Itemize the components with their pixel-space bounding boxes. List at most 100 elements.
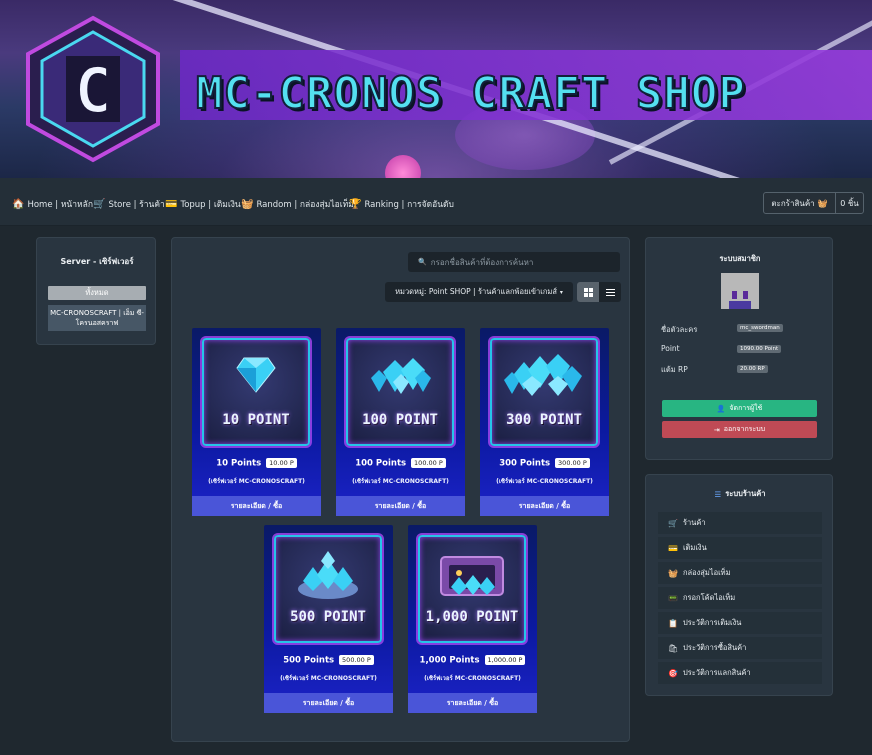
rp-value: 20.00 RP (737, 365, 768, 373)
price-badge: 500.00 P (339, 655, 374, 665)
price-badge: 300.00 P (555, 458, 590, 468)
banner-title: MC-CRONOS CRAFT SHOP (195, 67, 746, 120)
logout-label: ออกจากระบบ (723, 425, 766, 433)
clipboard-icon: 📋 (668, 618, 678, 628)
product-image-label: 1,000 POINT (425, 609, 519, 625)
server-filter-cronoscraft[interactable]: MC-CRONOSCRAFT | เอ็ม ซี-โครนอสคราฟ (48, 305, 146, 331)
diamond-pile-icon (371, 358, 431, 394)
product-name: 500 Points 500.00 P (264, 655, 393, 666)
point-label: Point (661, 344, 680, 353)
product-image[interactable]: 100 POINT (344, 336, 456, 448)
product-name: 10 Points 10.00 P (192, 458, 321, 469)
menu-item-topup-history[interactable]: 📋 ประวัติการเติมเงิน (658, 612, 822, 634)
price-badge: 100.00 P (411, 458, 446, 468)
list-icon (605, 288, 615, 296)
menu-item-label: ร้านค้า (682, 518, 706, 527)
site-logo: C (26, 15, 160, 163)
search-input[interactable]: 🔍 กรอกชื่อสินค้าที่ต้องการค้นหา (408, 252, 620, 272)
category-value: หมวดหมู่: Point SHOP | ร้านค้าแลกพ้อยเข้… (395, 287, 557, 296)
product-server: (เซิร์ฟเวอร์ MC-CRONOSCRAFT) (352, 478, 449, 485)
details-buy-button[interactable]: รายละเอียด / ซื้อ (192, 496, 321, 516)
menu-item-label: กรอกโค้ดไอเท็ม (682, 593, 736, 602)
details-buy-button[interactable]: รายละเอียด / ซื้อ (264, 693, 393, 713)
avatar (721, 273, 759, 309)
member-panel-title: ระบบสมาชิก (719, 254, 761, 263)
product-image[interactable]: 500 POINT (272, 533, 384, 645)
product-card[interactable]: 10 POINT 10 Points 10.00 P (เซิร์ฟเวอร์ … (192, 328, 321, 516)
menu-item-purchase-history[interactable]: 🛍 ประวัติการซื้อสินค้า (658, 637, 822, 659)
menu-item-store[interactable]: 🛒 ร้านค้า (658, 512, 822, 534)
menu-item-exchange-history[interactable]: 🎯 ประวัติการแลกสินค้า (658, 662, 822, 684)
details-buy-button[interactable]: รายละเอียด / ซื้อ (408, 693, 537, 713)
nav-topup-label: Topup | เติมเงิน (180, 200, 241, 210)
grid-view-button[interactable] (577, 282, 599, 302)
shop-menu-panel: ☰ ระบบร้านค้า 🛒 ร้านค้า 💳 เติมเงิน 🧺 กล่… (645, 474, 833, 696)
search-icon: 🔍 (418, 258, 427, 266)
server-filter-all[interactable]: ทั้งหมด (48, 286, 146, 300)
diamond-icon (236, 357, 276, 393)
point-value: 1090.00 Point (737, 345, 782, 353)
shopping-bag-icon: 🛍 (668, 643, 679, 653)
server-panel-title: Server - เซิร์ฟเวอร์ (60, 257, 134, 266)
card-icon: 💳 (668, 543, 678, 553)
menu-item-topup[interactable]: 💳 เติมเงิน (658, 537, 822, 559)
pager-icon: 📟 (668, 593, 678, 603)
menu-item-label: ประวัติการเติมเงิน (682, 618, 742, 627)
product-server: (เซิร์ฟเวอร์ MC-CRONOSCRAFT) (280, 675, 377, 682)
shop-menu-title: ระบบร้านค้า (725, 489, 766, 498)
cart-button[interactable]: ตะกร้าสินค้า 🧺 0 ชิ้น (763, 192, 864, 214)
product-image[interactable]: 1,000 POINT (416, 533, 528, 645)
product-card[interactable]: 1,000 POINT 1,000 Points 1,000.00 P (เซิ… (408, 525, 537, 713)
product-image-label: 10 POINT (222, 412, 290, 428)
cart-count: 0 ชิ้น (840, 198, 859, 208)
product-name: 100 Points 100.00 P (336, 458, 465, 469)
product-image-label: 500 POINT (290, 609, 366, 625)
member-panel: ระบบสมาชิก ชื่อตัวละคร mc_swordman Point… (645, 237, 833, 460)
nav-store[interactable]: 🛒 Store | ร้านค้า (93, 197, 165, 211)
nav-home[interactable]: 🏠 Home | หน้าหลัก (12, 197, 93, 211)
product-image-label: 300 POINT (506, 412, 582, 428)
diamond-bowl-icon (298, 551, 358, 599)
menu-item-label: ประวัติการแลกสินค้า (682, 668, 751, 677)
user-icon: 👤 (716, 404, 726, 413)
cart-label: ตะกร้าสินค้า (771, 198, 815, 208)
nav-ranking-label: Ranking | การจัดอันดับ (364, 200, 454, 210)
list-view-button[interactable] (599, 282, 621, 302)
username-label: ชื่อตัวละคร (661, 325, 698, 334)
details-buy-button[interactable]: รายละเอียด / ซื้อ (336, 496, 465, 516)
product-server: (เซิร์ฟเวอร์ MC-CRONOSCRAFT) (496, 478, 593, 485)
logout-button[interactable]: ⇥ ออกจากระบบ (662, 421, 817, 438)
nav-store-label: Store | ร้านค้า (108, 200, 165, 210)
product-server: (เซิร์ฟเวอร์ MC-CRONOSCRAFT) (424, 675, 521, 682)
product-image-label: 100 POINT (362, 412, 438, 428)
card-icon: 💳 (165, 198, 178, 210)
target-icon: 🎯 (668, 668, 678, 678)
menu-item-redeem-code[interactable]: 📟 กรอกโค้ดไอเท็ม (658, 587, 822, 609)
product-image[interactable]: 10 POINT (200, 336, 312, 448)
nav-ranking[interactable]: 🏆 Ranking | การจัดอันดับ (349, 197, 454, 211)
nav-home-label: Home | หน้าหลัก (27, 200, 93, 210)
menu-item-random-box[interactable]: 🧺 กล่องสุ่มไอเท็ม (658, 562, 822, 584)
caret-down-icon: ▾ (559, 288, 563, 296)
nav-random[interactable]: 🧺 Random | กล่องสุ่มไอเท็ม (241, 197, 354, 211)
details-buy-button[interactable]: รายละเอียด / ซื้อ (480, 496, 609, 516)
product-image[interactable]: 300 POINT (488, 336, 600, 448)
nav-random-label: Random | กล่องสุ่มไอเท็ม (256, 200, 354, 210)
treasure-chest-icon (440, 556, 504, 596)
product-panel: 🔍 กรอกชื่อสินค้าที่ต้องการค้นหา หมวดหมู่… (171, 237, 630, 742)
product-card[interactable]: 300 POINT 300 Points 300.00 P (เซิร์ฟเวอ… (480, 328, 609, 516)
home-icon: 🏠 (12, 198, 25, 210)
trophy-icon: 🏆 (349, 198, 362, 210)
product-card[interactable]: 500 POINT 500 Points 500.00 P (เซิร์ฟเวอ… (264, 525, 393, 713)
logout-icon: ⇥ (713, 425, 720, 434)
nav-topup[interactable]: 💳 Topup | เติมเงิน (165, 197, 241, 211)
manage-user-button[interactable]: 👤 จัดการผู้ใช้ (662, 400, 817, 417)
menu-icon: ☰ (714, 489, 722, 499)
menu-item-label: เติมเงิน (682, 543, 707, 552)
rp-label: แต้ม RP (661, 365, 688, 374)
diamond-pile-icon (504, 354, 582, 396)
username-value: mc_swordman (737, 324, 783, 332)
site-banner: C MC-CRONOS CRAFT SHOP (0, 0, 872, 178)
category-select[interactable]: หมวดหมู่: Point SHOP | ร้านค้าแลกพ้อยเข้… (385, 282, 573, 302)
product-card[interactable]: 100 POINT 100 Points 100.00 P (เซิร์ฟเวอ… (336, 328, 465, 516)
